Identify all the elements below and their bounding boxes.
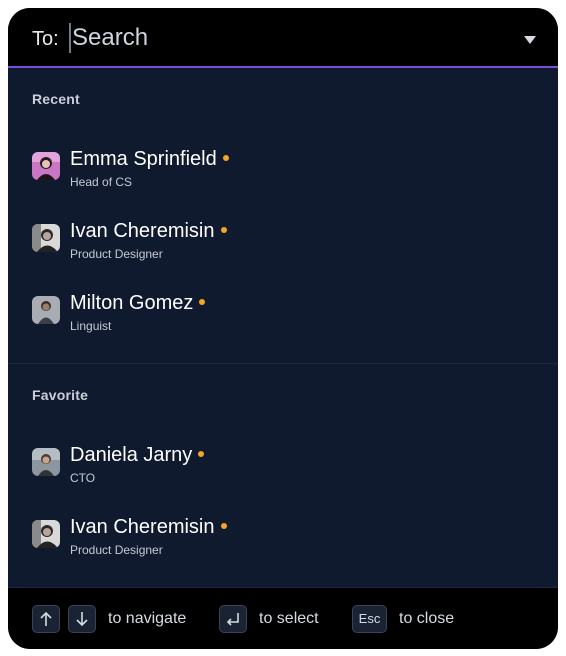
status-dot [222, 154, 229, 161]
contact-row[interactable]: Ivan Cheremisin Product Designer [8, 218, 558, 282]
contact-role: Product Designer [70, 543, 163, 557]
enter-icon [226, 613, 239, 626]
status-dot [220, 522, 227, 529]
avatar [32, 296, 60, 324]
contact-row[interactable]: Ivan Cheremisin Product Designer [8, 514, 558, 578]
recipient-picker: To: Recent Emma Sprinfield Head of CS [8, 8, 558, 649]
avatar [32, 224, 60, 252]
contact-role: CTO [70, 471, 96, 485]
select-hint: to select [259, 610, 319, 627]
contact-role: Linguist [70, 319, 112, 333]
search-input[interactable] [72, 20, 492, 56]
to-label: To: [32, 28, 59, 50]
search-bar: To: [8, 8, 558, 68]
section-title-recent: Recent [32, 91, 80, 107]
contact-role: Head of CS [70, 175, 133, 189]
dropdown-arrow-icon[interactable] [522, 33, 538, 45]
enter-key [219, 605, 247, 633]
arrow-down-icon [76, 612, 88, 627]
close-hint: to close [399, 610, 455, 627]
contact-role: Product Designer [70, 247, 163, 261]
contact-name: Ivan Cheremisin [70, 220, 227, 243]
arrow-up-icon [40, 611, 52, 626]
status-dot [198, 450, 205, 457]
avatar [32, 152, 60, 180]
contact-name: Daniela Jarny [70, 444, 205, 467]
contact-name: Milton Gomez [70, 292, 206, 315]
navigate-hint: to navigate [108, 610, 187, 627]
contact-name: Ivan Cheremisin [70, 516, 227, 539]
contact-row[interactable]: Milton Gomez Linguist [8, 290, 558, 354]
arrow-up-key [32, 605, 60, 633]
text-caret [69, 23, 71, 53]
status-dot [220, 226, 227, 233]
contact-name: Emma Sprinfield [70, 148, 229, 171]
section-divider [8, 363, 558, 364]
section-title-favorite: Favorite [32, 387, 89, 403]
avatar [32, 448, 60, 476]
status-dot [199, 298, 206, 305]
keyboard-hints-footer: to navigate to select Esc to close [8, 587, 558, 649]
arrow-down-key [68, 605, 96, 633]
esc-key: Esc [352, 605, 387, 633]
contact-row[interactable]: Emma Sprinfield Head of CS [8, 146, 558, 210]
contact-row[interactable]: Daniela Jarny CTO [8, 442, 558, 506]
avatar [32, 520, 60, 548]
